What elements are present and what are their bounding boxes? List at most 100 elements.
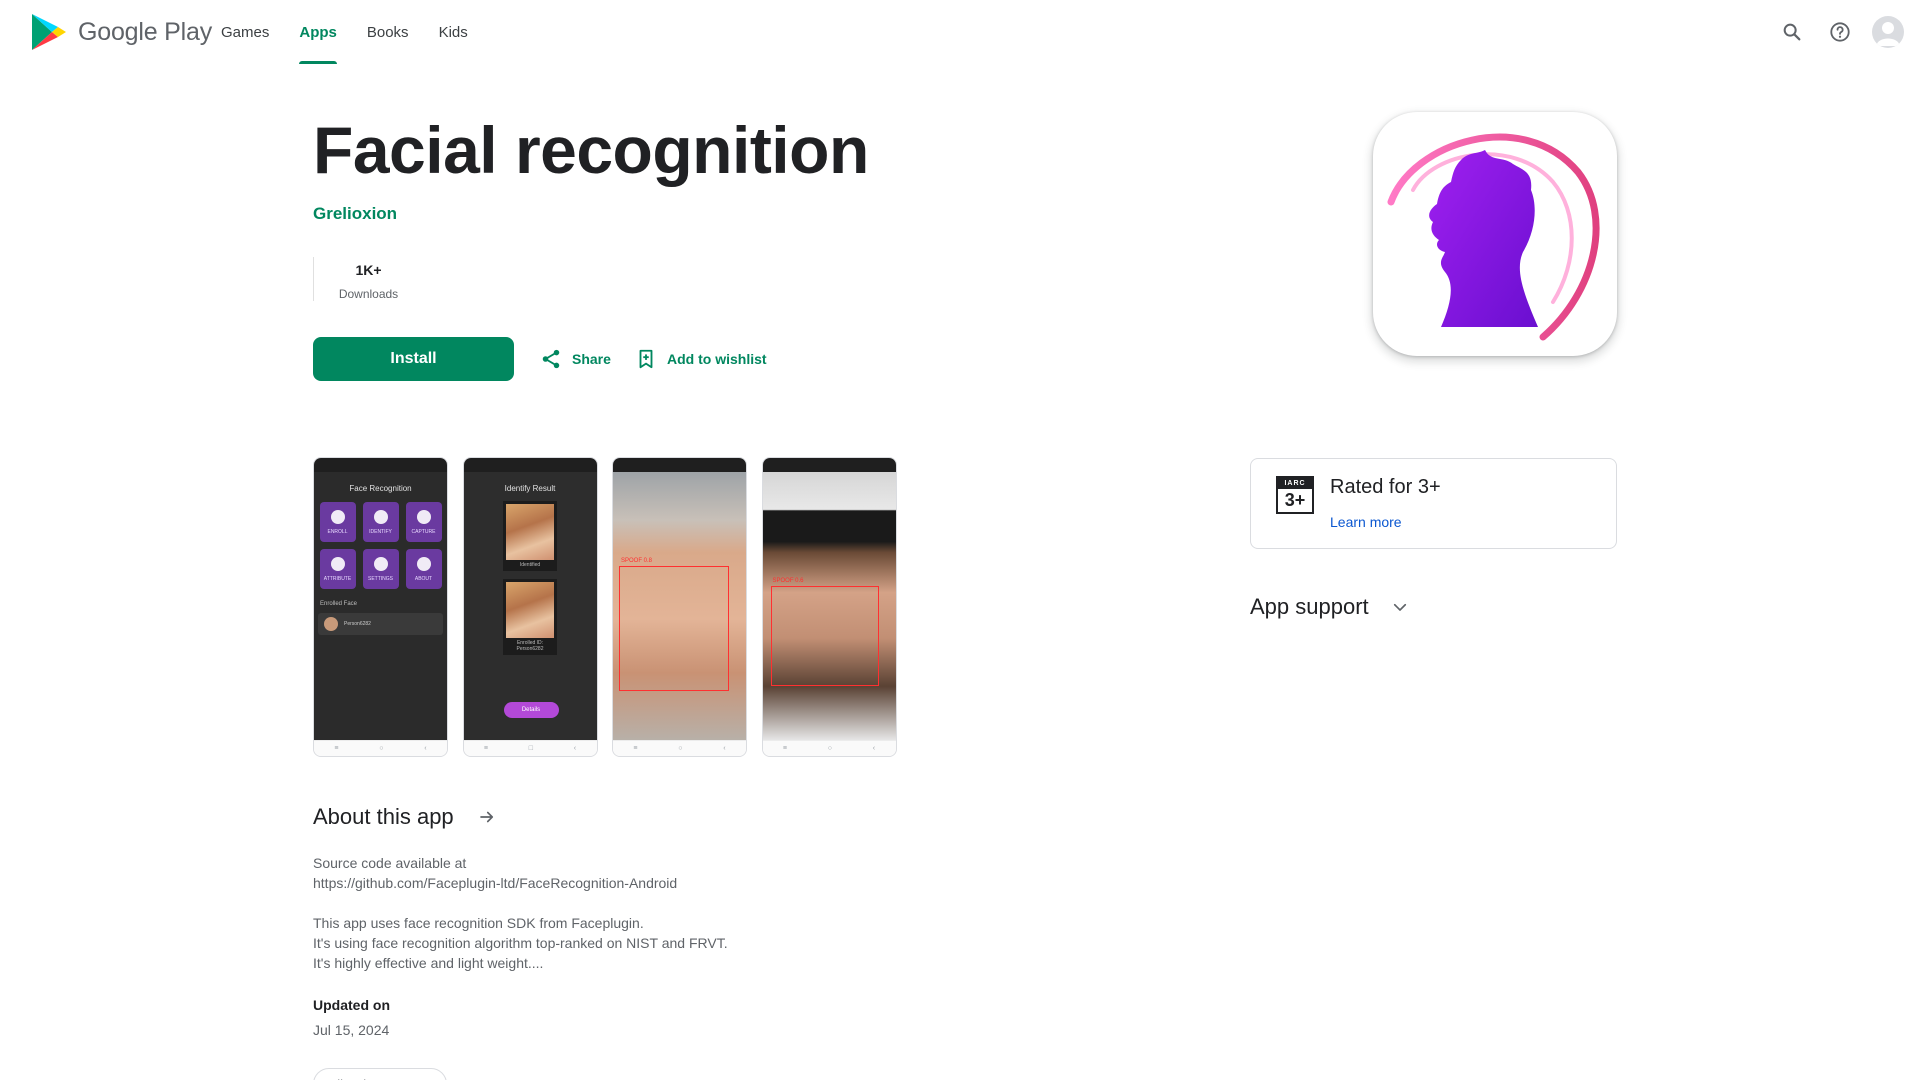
tile-label: CAPTURE [411,528,436,535]
updated-on-value: Jul 15, 2024 [313,1022,390,1038]
description-line: This app uses face recognition SDK from … [313,915,644,931]
detection-label: SPOOF 0.6 [772,578,804,584]
status-bar [613,458,746,472]
help-button[interactable] [1822,14,1858,50]
attribute-icon [330,556,345,571]
tile-enroll: ENROLL [319,502,356,542]
identified-card: Identified [503,501,557,571]
content-rating-card: IARC 3+ Rated for 3+ Learn more [1250,458,1617,549]
screen-title: Identify Result [504,484,556,493]
card-caption: Enrolled ID: Person6282 [516,640,544,652]
developer-link[interactable]: Grelioxion [313,204,397,224]
enrolled-card: Enrolled ID: Person6282 [503,579,557,655]
share-button[interactable]: Share [540,348,611,370]
google-play-icon [32,14,66,50]
person-icon [1876,22,1900,46]
source-url: https://github.com/Faceplugin-ltd/FaceRe… [313,875,678,891]
tile-capture: CAPTURE [405,502,442,542]
arrow-forward-icon [479,811,493,823]
app-support-toggle[interactable]: App support [1250,594,1409,620]
wishlist-button[interactable]: Add to wishlist [635,348,767,370]
app-description: Source code available at https://github.… [313,853,913,993]
back-icon: ‹ [723,745,726,752]
status-bar [314,458,447,472]
learn-more-link[interactable]: Learn more [1330,514,1402,530]
screenshot-carousel: Face Recognition ENROLL IDENTIFY CAPTURE… [313,457,911,757]
nav-apps-label: Apps [299,23,337,41]
capture-icon [416,509,431,524]
nav-games-label: Games [221,23,270,41]
tile-label: ABOUT [414,575,433,582]
enrolled-photo [506,582,554,638]
identify-result-screen: Identify Result Identified Enrolled ID: … [463,472,597,740]
category-chip[interactable]: Libraries & Demo [313,1068,448,1080]
description-line: Source code available at [313,855,467,871]
iarc-value: 3+ [1284,490,1306,510]
app-support-title: App support [1250,594,1369,619]
tile-settings: SETTINGS [362,549,399,589]
enrolled-face-row: Person6282 [318,613,443,635]
account-button[interactable] [1870,14,1906,50]
face-detection-box [770,586,879,686]
tile-label: IDENTIFY [369,528,392,535]
updated-on-label: Updated on [313,997,390,1013]
android-nav-bar: ≡ □ ‹ [463,740,597,756]
tile-label: ENROLL [327,528,348,535]
app-title: Facial recognition [313,113,869,187]
share-icon [542,349,560,369]
about-this-app-link[interactable]: About this app [313,804,496,830]
active-tab-indicator [299,61,337,64]
about-title: About this app [313,804,454,829]
downloads-value: 1K+ [355,262,382,278]
install-button[interactable]: Install [313,337,514,381]
screenshot-4[interactable]: SPOOF 0.6 ≡ ○ ‹ [761,457,897,757]
home-icon: ○ [678,745,683,752]
enroll-icon [330,509,345,524]
home-icon: ○ [379,745,384,752]
tile-about: ABOUT [405,549,442,589]
search-icon [1783,23,1801,41]
nav-books[interactable]: Books [352,0,424,64]
screenshot-3[interactable]: SPOOF 0.8 ≡ ○ ‹ [612,457,747,757]
google-play-logo[interactable]: Google Play [30,12,212,52]
nav-kids[interactable]: Kids [424,0,483,64]
top-app-bar: Google Play Games Apps Books Kids [0,0,1920,64]
screenshot-2[interactable]: Identify Result Identified Enrolled ID: … [462,457,598,757]
tile-identify: IDENTIFY [362,502,399,542]
screenshot-1[interactable]: Face Recognition ENROLL IDENTIFY CAPTURE… [313,457,448,757]
screen-title: Face Recognition [349,484,412,493]
home-icon: □ [528,745,533,752]
bookmark-add-icon [639,349,653,369]
face-detection-box [619,566,729,691]
home-icon: ○ [827,745,832,752]
camera-preview: SPOOF 0.8 [613,472,746,740]
recents-icon: ≡ [633,745,638,752]
status-bar [762,458,896,472]
android-nav-bar: ≡ ○ ‹ [314,740,447,756]
android-nav-bar: ≡ ○ ‹ [762,740,896,756]
identified-photo [506,504,554,560]
card-caption: Identified [519,562,541,568]
status-bar [463,458,597,472]
face-profile-icon [1387,133,1600,341]
recents-icon: ≡ [483,745,488,752]
gear-icon [373,556,388,571]
recents-icon: ≡ [782,745,787,752]
description-line: It's using face recognition algorithm to… [313,935,728,951]
nav-apps[interactable]: Apps [284,0,352,64]
share-label: Share [572,351,611,367]
details-button: Details [503,702,559,718]
wishlist-label: Add to wishlist [667,351,767,367]
iarc-label: IARC [1278,478,1312,489]
recents-icon: ≡ [334,745,339,752]
chevron-down-icon [1393,603,1406,611]
header-actions [1762,14,1906,50]
tile-label: SETTINGS [367,575,393,582]
android-nav-bar: ≡ ○ ‹ [613,740,746,756]
help-icon [1830,22,1850,42]
account-avatar [1872,16,1904,48]
face-recognition-screen: Face Recognition ENROLL IDENTIFY CAPTURE… [314,472,447,740]
search-button[interactable] [1774,14,1810,50]
back-icon: ‹ [573,745,577,752]
nav-games[interactable]: Games [206,0,284,64]
